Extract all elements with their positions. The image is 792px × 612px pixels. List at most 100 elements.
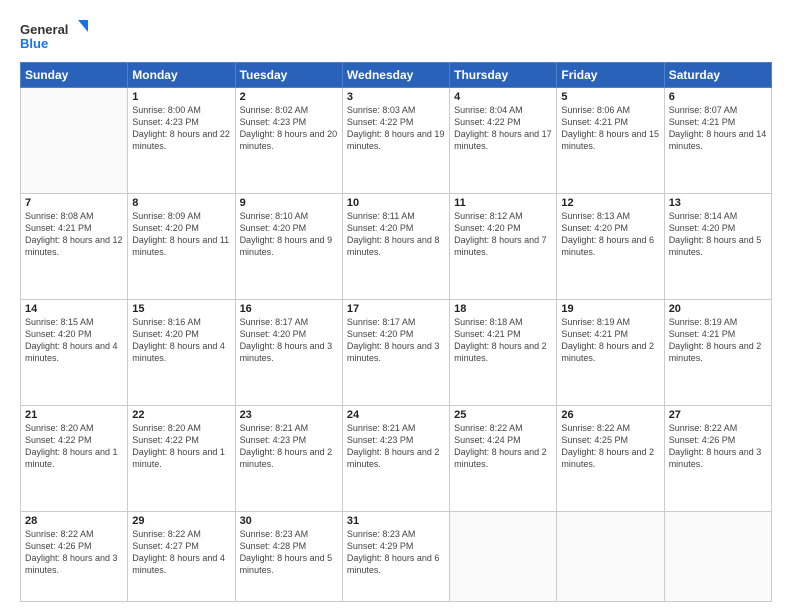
calendar-cell: 31 Sunrise: 8:23 AM Sunset: 4:29 PM Dayl…	[342, 511, 449, 601]
sunset-text: Sunset: 4:22 PM	[25, 434, 123, 446]
daylight-text: Daylight: 8 hours and 11 minutes.	[132, 234, 230, 258]
calendar-cell: 8 Sunrise: 8:09 AM Sunset: 4:20 PM Dayli…	[128, 193, 235, 299]
sunrise-text: Sunrise: 8:22 AM	[561, 422, 659, 434]
sunrise-text: Sunrise: 8:04 AM	[454, 104, 552, 116]
day-detail: Sunrise: 8:04 AM Sunset: 4:22 PM Dayligh…	[454, 104, 552, 153]
sunrise-text: Sunrise: 8:20 AM	[25, 422, 123, 434]
sunrise-text: Sunrise: 8:17 AM	[240, 316, 338, 328]
sunrise-text: Sunrise: 8:06 AM	[561, 104, 659, 116]
calendar-cell: 25 Sunrise: 8:22 AM Sunset: 4:24 PM Dayl…	[450, 405, 557, 511]
sunset-text: Sunset: 4:20 PM	[132, 328, 230, 340]
daylight-text: Daylight: 8 hours and 3 minutes.	[347, 340, 445, 364]
sunset-text: Sunset: 4:20 PM	[240, 328, 338, 340]
day-number: 24	[347, 409, 445, 421]
day-number: 25	[454, 409, 552, 421]
sunrise-text: Sunrise: 8:12 AM	[454, 210, 552, 222]
day-detail: Sunrise: 8:15 AM Sunset: 4:20 PM Dayligh…	[25, 316, 123, 365]
calendar-cell: 19 Sunrise: 8:19 AM Sunset: 4:21 PM Dayl…	[557, 299, 664, 405]
calendar-weekday-thursday: Thursday	[450, 63, 557, 88]
sunset-text: Sunset: 4:20 PM	[347, 222, 445, 234]
day-number: 11	[454, 197, 552, 209]
sunrise-text: Sunrise: 8:13 AM	[561, 210, 659, 222]
sunrise-text: Sunrise: 8:21 AM	[240, 422, 338, 434]
sunrise-text: Sunrise: 8:14 AM	[669, 210, 767, 222]
day-number: 17	[347, 303, 445, 315]
sunset-text: Sunset: 4:20 PM	[561, 222, 659, 234]
sunrise-text: Sunrise: 8:22 AM	[25, 528, 123, 540]
daylight-text: Daylight: 8 hours and 2 minutes.	[240, 446, 338, 470]
calendar-cell: 9 Sunrise: 8:10 AM Sunset: 4:20 PM Dayli…	[235, 193, 342, 299]
sunset-text: Sunset: 4:20 PM	[347, 328, 445, 340]
day-detail: Sunrise: 8:07 AM Sunset: 4:21 PM Dayligh…	[669, 104, 767, 153]
sunset-text: Sunset: 4:22 PM	[132, 434, 230, 446]
day-detail: Sunrise: 8:08 AM Sunset: 4:21 PM Dayligh…	[25, 210, 123, 259]
day-number: 28	[25, 515, 123, 527]
day-number: 12	[561, 197, 659, 209]
daylight-text: Daylight: 8 hours and 3 minutes.	[669, 446, 767, 470]
sunrise-text: Sunrise: 8:18 AM	[454, 316, 552, 328]
calendar-cell: 26 Sunrise: 8:22 AM Sunset: 4:25 PM Dayl…	[557, 405, 664, 511]
sunrise-text: Sunrise: 8:11 AM	[347, 210, 445, 222]
sunset-text: Sunset: 4:23 PM	[240, 116, 338, 128]
calendar-cell	[21, 88, 128, 194]
daylight-text: Daylight: 8 hours and 1 minute.	[25, 446, 123, 470]
sunset-text: Sunset: 4:21 PM	[454, 328, 552, 340]
day-number: 1	[132, 91, 230, 103]
day-detail: Sunrise: 8:22 AM Sunset: 4:24 PM Dayligh…	[454, 422, 552, 471]
sunrise-text: Sunrise: 8:22 AM	[669, 422, 767, 434]
svg-text:Blue: Blue	[20, 36, 48, 51]
calendar-table: SundayMondayTuesdayWednesdayThursdayFrid…	[20, 62, 772, 602]
daylight-text: Daylight: 8 hours and 5 minutes.	[240, 552, 338, 576]
sunset-text: Sunset: 4:20 PM	[240, 222, 338, 234]
day-detail: Sunrise: 8:23 AM Sunset: 4:29 PM Dayligh…	[347, 528, 445, 577]
calendar-cell	[450, 511, 557, 601]
sunset-text: Sunset: 4:25 PM	[561, 434, 659, 446]
daylight-text: Daylight: 8 hours and 2 minutes.	[347, 446, 445, 470]
sunset-text: Sunset: 4:27 PM	[132, 540, 230, 552]
day-detail: Sunrise: 8:10 AM Sunset: 4:20 PM Dayligh…	[240, 210, 338, 259]
calendar-cell: 27 Sunrise: 8:22 AM Sunset: 4:26 PM Dayl…	[664, 405, 771, 511]
calendar-cell: 28 Sunrise: 8:22 AM Sunset: 4:26 PM Dayl…	[21, 511, 128, 601]
day-detail: Sunrise: 8:11 AM Sunset: 4:20 PM Dayligh…	[347, 210, 445, 259]
day-detail: Sunrise: 8:03 AM Sunset: 4:22 PM Dayligh…	[347, 104, 445, 153]
sunrise-text: Sunrise: 8:16 AM	[132, 316, 230, 328]
daylight-text: Daylight: 8 hours and 2 minutes.	[561, 340, 659, 364]
sunrise-text: Sunrise: 8:10 AM	[240, 210, 338, 222]
calendar-cell: 4 Sunrise: 8:04 AM Sunset: 4:22 PM Dayli…	[450, 88, 557, 194]
day-detail: Sunrise: 8:17 AM Sunset: 4:20 PM Dayligh…	[240, 316, 338, 365]
day-number: 27	[669, 409, 767, 421]
sunrise-text: Sunrise: 8:22 AM	[132, 528, 230, 540]
calendar-cell: 12 Sunrise: 8:13 AM Sunset: 4:20 PM Dayl…	[557, 193, 664, 299]
daylight-text: Daylight: 8 hours and 4 minutes.	[25, 340, 123, 364]
day-number: 5	[561, 91, 659, 103]
sunset-text: Sunset: 4:21 PM	[561, 328, 659, 340]
calendar-cell: 21 Sunrise: 8:20 AM Sunset: 4:22 PM Dayl…	[21, 405, 128, 511]
daylight-text: Daylight: 8 hours and 15 minutes.	[561, 128, 659, 152]
day-number: 14	[25, 303, 123, 315]
sunrise-text: Sunrise: 8:21 AM	[347, 422, 445, 434]
sunset-text: Sunset: 4:20 PM	[669, 222, 767, 234]
daylight-text: Daylight: 8 hours and 8 minutes.	[347, 234, 445, 258]
day-detail: Sunrise: 8:16 AM Sunset: 4:20 PM Dayligh…	[132, 316, 230, 365]
daylight-text: Daylight: 8 hours and 6 minutes.	[561, 234, 659, 258]
daylight-text: Daylight: 8 hours and 9 minutes.	[240, 234, 338, 258]
day-number: 31	[347, 515, 445, 527]
daylight-text: Daylight: 8 hours and 19 minutes.	[347, 128, 445, 152]
calendar-weekday-saturday: Saturday	[664, 63, 771, 88]
day-number: 15	[132, 303, 230, 315]
sunset-text: Sunset: 4:29 PM	[347, 540, 445, 552]
page: General Blue SundayMondayTuesdayWednesda…	[0, 0, 792, 612]
svg-text:General: General	[20, 22, 68, 37]
sunset-text: Sunset: 4:23 PM	[347, 434, 445, 446]
day-number: 10	[347, 197, 445, 209]
sunrise-text: Sunrise: 8:19 AM	[669, 316, 767, 328]
logo-svg: General Blue	[20, 18, 90, 54]
sunset-text: Sunset: 4:22 PM	[347, 116, 445, 128]
day-number: 3	[347, 91, 445, 103]
sunrise-text: Sunrise: 8:08 AM	[25, 210, 123, 222]
calendar-cell: 10 Sunrise: 8:11 AM Sunset: 4:20 PM Dayl…	[342, 193, 449, 299]
day-detail: Sunrise: 8:06 AM Sunset: 4:21 PM Dayligh…	[561, 104, 659, 153]
sunrise-text: Sunrise: 8:03 AM	[347, 104, 445, 116]
day-detail: Sunrise: 8:18 AM Sunset: 4:21 PM Dayligh…	[454, 316, 552, 365]
day-detail: Sunrise: 8:22 AM Sunset: 4:27 PM Dayligh…	[132, 528, 230, 577]
